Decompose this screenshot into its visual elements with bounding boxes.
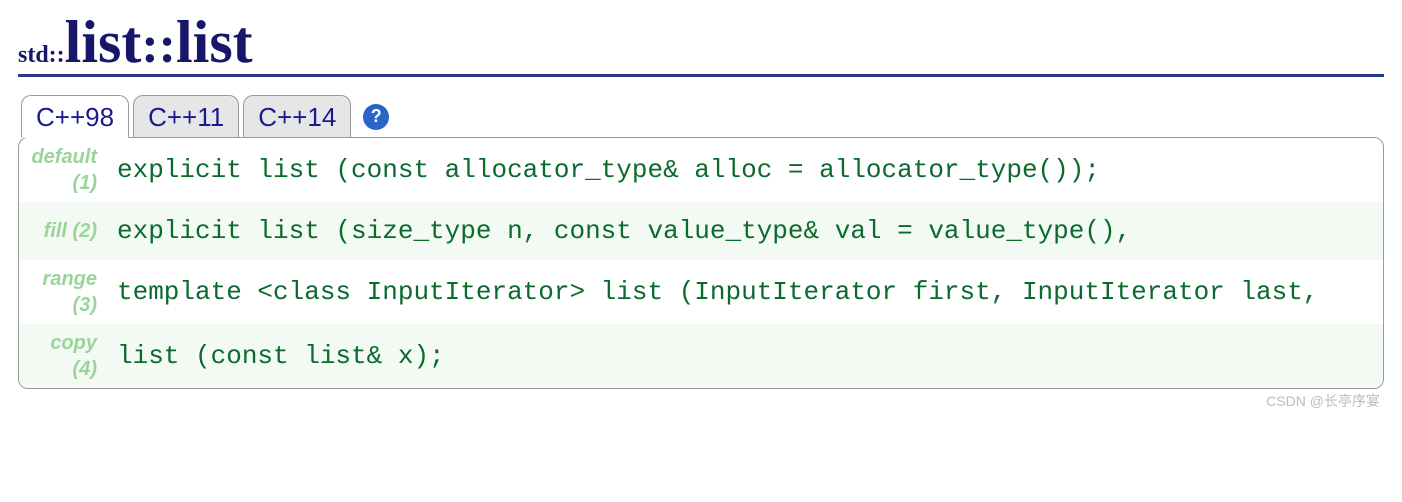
signature-tag: default (1) [19, 138, 107, 202]
title-class: list [65, 9, 142, 75]
tab-label: C++14 [258, 102, 336, 132]
page-title: std::list::list [18, 12, 1384, 77]
tab-cpp14[interactable]: C++14 [243, 95, 351, 138]
signature-row: range (3) template <class InputIterator>… [19, 260, 1383, 324]
watermark: CSDN @长亭序宴 [18, 391, 1384, 411]
signature-row: copy (4) list (const list& x); [19, 324, 1383, 388]
constructor-signatures: default (1) explicit list (const allocat… [18, 137, 1384, 389]
help-icon[interactable]: ? [363, 104, 389, 130]
signature-tag: range (3) [19, 260, 107, 324]
title-namespace: std:: [18, 42, 65, 68]
title-member: list [176, 9, 253, 75]
signature-code: template <class InputIterator> list (Inp… [107, 260, 1383, 324]
tab-cpp98[interactable]: C++98 [21, 95, 129, 138]
version-tabs: C++98 C++11 C++14 ? [21, 95, 1384, 138]
signature-tag: copy (4) [19, 324, 107, 388]
title-separator: :: [141, 17, 176, 74]
signature-code: explicit list (const allocator_type& all… [107, 138, 1383, 202]
tab-label: C++98 [36, 102, 114, 132]
signature-code: explicit list (size_type n, const value_… [107, 202, 1383, 260]
tab-label: C++11 [148, 102, 224, 132]
signature-tag: fill (2) [19, 202, 107, 260]
signature-row: default (1) explicit list (const allocat… [19, 138, 1383, 202]
signature-row: fill (2) explicit list (size_type n, con… [19, 202, 1383, 260]
tab-cpp11[interactable]: C++11 [133, 95, 239, 138]
signature-code: list (const list& x); [107, 324, 1383, 388]
signature-table: default (1) explicit list (const allocat… [19, 138, 1383, 388]
help-icon-glyph: ? [371, 106, 382, 127]
